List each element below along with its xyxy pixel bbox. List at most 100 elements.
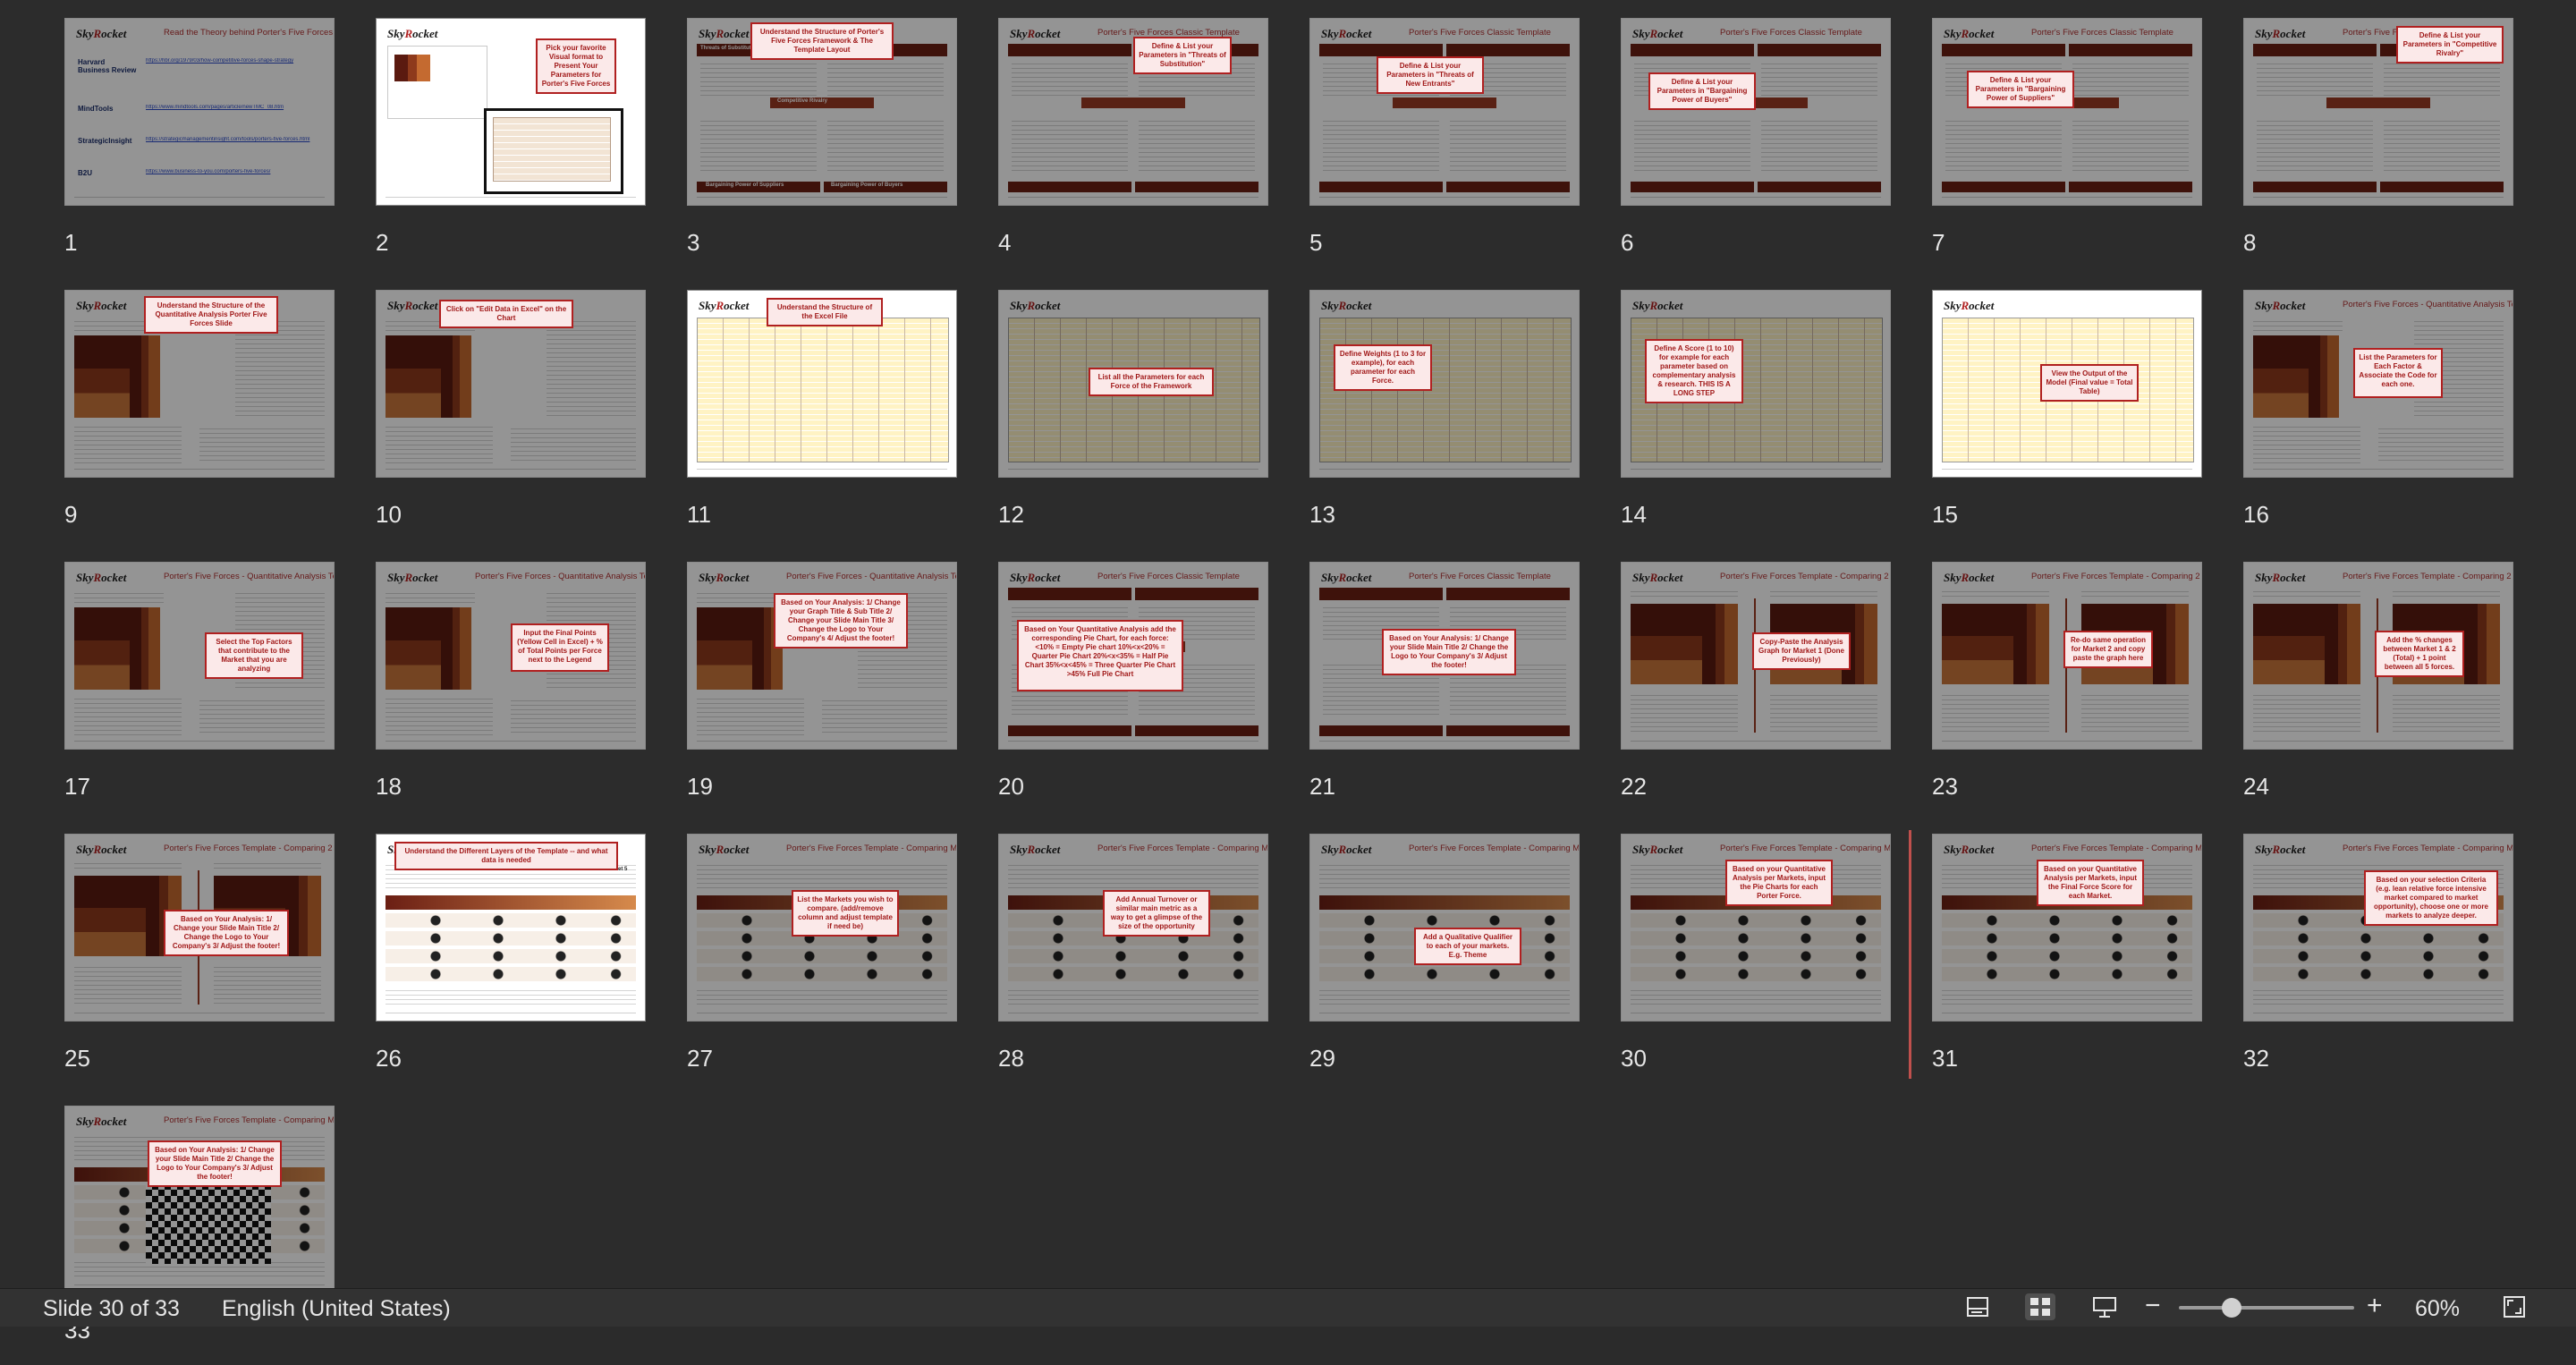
slide-preview[interactable]: SkyRocket Understand the Structure of the… <box>687 290 957 478</box>
slide-preview[interactable]: SkyRocketPorter's Five Forces Classic Te… <box>1309 18 1580 206</box>
slide-footer <box>2253 197 2504 198</box>
slide-thumbnail-7[interactable]: SkyRocket Porter's Five Forces Classic Te… <box>1932 18 2202 277</box>
logo-text: ocket <box>1657 843 1683 856</box>
slide-thumbnail-26[interactable]: SkyRocketMarket 1Market 2Market 3Market … <box>376 834 646 1093</box>
slide-thumbnail-3[interactable]: SkyRocketThreats of SubstitutionThreats … <box>687 18 957 277</box>
slide-thumbnail-15[interactable]: SkyRocket View the Output of the Model (F… <box>1932 290 2202 549</box>
instruction-callout: List the Parameters for Each Factor & As… <box>2353 348 2443 398</box>
slide-thumbnail-2[interactable]: SkyRocket Pick your favorite Visual forma… <box>376 18 646 277</box>
slide-thumbnail-13[interactable]: SkyRocket Define Weights (1 to 3 for exam… <box>1309 290 1580 549</box>
slide-preview[interactable]: SkyRocket Porter's Five Forces Template -… <box>2243 834 2513 1022</box>
slide-graphic <box>1319 725 1443 736</box>
slide-footer <box>2253 469 2504 470</box>
slide-preview[interactable]: SkyRocketPorter's Five Forces Classic Te… <box>1621 18 1891 206</box>
slide-preview[interactable]: SkyRocket Porter's Five Forces Template -… <box>998 834 1268 1022</box>
zoom-slider-thumb[interactable] <box>2221 1298 2241 1318</box>
slide-thumbnail-24[interactable]: SkyRocket Porter's Five Forces Template -… <box>2243 562 2513 821</box>
force-label: Bargaining Power of Suppliers <box>706 182 784 188</box>
slide-sorter-icon[interactable] <box>2025 1293 2055 1320</box>
slide-thumbnail-32[interactable]: SkyRocket Porter's Five Forces Template -… <box>2243 834 2513 1093</box>
slide-preview[interactable]: SkyRocket Porter's Five Forces Template -… <box>2243 562 2513 750</box>
slide-thumbnail-6[interactable]: SkyRocket Porter's Five Forces Classic Te… <box>1621 18 1891 277</box>
slide-preview[interactable]: SkyRocket Porter's Five Forces Template -… <box>1621 834 1891 1022</box>
slide-number: 12 <box>998 501 1024 528</box>
slide-preview[interactable]: SkyRocket Porter's Five Forces Template -… <box>64 1106 335 1293</box>
slide-thumbnail-31[interactable]: SkyRocket Porter's Five Forces Template -… <box>1932 834 2202 1093</box>
slide-thumbnail-14[interactable]: SkyRocket Define A Score (1 to 10) for ex… <box>1621 290 1891 549</box>
slide-thumbnail-4[interactable]: SkyRocket Porter's Five Forces Classic Te… <box>998 18 1268 277</box>
slide-thumbnail-12[interactable]: SkyRocket List all the Parameters for eac… <box>998 290 1268 549</box>
slide-thumbnail-17[interactable]: SkyRocket Porter's Five Forces - Quantita… <box>64 562 335 821</box>
notes-icon[interactable] <box>1962 1293 1993 1320</box>
slideshow-icon[interactable] <box>2089 1293 2120 1320</box>
slide-thumbnail-30[interactable]: SkyRocket Porter's Five Forces Template -… <box>1621 834 1891 1093</box>
slide-preview[interactable]: SkyRocket Pick your favorite Visual forma… <box>376 18 646 206</box>
slide-preview[interactable]: SkyRocket Porter's Five Forces Template -… <box>64 834 335 1022</box>
slide-graphic <box>1631 931 1881 945</box>
slide-preview[interactable]: SkyRocket Porter's Five Forces Template -… <box>687 834 957 1022</box>
fit-to-window-icon[interactable] <box>2499 1293 2529 1320</box>
slide-preview[interactable]: SkyRocket Define A Score (1 to 10) for ex… <box>1621 290 1891 478</box>
slide-preview[interactable]: SkyRocket Define Weights (1 to 3 for exam… <box>1309 290 1580 478</box>
source-link[interactable]: https://www.mindtools.com/pages/article/… <box>146 105 316 110</box>
slide-thumbnail-20[interactable]: SkyRocket Porter's Five Forces Classic Te… <box>998 562 1268 821</box>
slide-thumbnail-8[interactable]: SkyRocketPorter's Five Forces Classic Te… <box>2243 18 2513 277</box>
slide-preview[interactable]: SkyRocketPorter's Five Forces Classic Te… <box>1309 562 1580 750</box>
slide-thumbnail-28[interactable]: SkyRocket Porter's Five Forces Template -… <box>998 834 1268 1093</box>
zoom-out-button[interactable]: − <box>2145 1291 2161 1321</box>
slide-thumbnail-21[interactable]: SkyRocket Porter's Five Forces Classic Te… <box>1309 562 1580 821</box>
slide-preview[interactable]: SkyRocketPorter's Five Forces Classic Te… <box>998 562 1268 750</box>
slide-graphic <box>700 60 817 98</box>
slide-preview[interactable]: SkyRocket Porter's Five Forces Template -… <box>1621 562 1891 750</box>
slide-thumbnail-25[interactable]: SkyRocket Porter's Five Forces Template -… <box>64 834 335 1093</box>
slide-number: 11 <box>687 501 711 528</box>
slide-number: 32 <box>2243 1045 2269 1072</box>
slide-graphic <box>1446 725 1570 736</box>
slide-thumbnail-19[interactable]: SkyRocket Porter's Five Forces - Quantita… <box>687 562 957 821</box>
slide-graphic <box>1139 117 1255 171</box>
slide-preview[interactable]: SkyRocket Porter's Five Forces Template -… <box>1309 834 1580 1022</box>
slide-preview[interactable]: SkyRocket Click on "Edit Data in Excel" o… <box>376 290 646 478</box>
logo-text: ocket <box>101 299 127 312</box>
slide-thumbnail-23[interactable]: SkyRocket Porter's Five Forces Template -… <box>1932 562 2202 821</box>
slide-preview[interactable]: SkyRocket Porter's Five Forces - Quantita… <box>376 562 646 750</box>
slide-preview[interactable]: SkyRocket Read the Theory behind Porter's… <box>64 18 335 206</box>
source-link[interactable]: https://hbr.org/1979/03/how-competitive-… <box>146 58 316 64</box>
slide-preview[interactable]: SkyRocket Porter's Five Forces Template -… <box>1932 834 2202 1022</box>
slide-preview[interactable]: SkyRocket Porter's Five Forces - Quantita… <box>687 562 957 750</box>
slide-thumbnail-27[interactable]: SkyRocket Porter's Five Forces Template -… <box>687 834 957 1093</box>
slide-preview[interactable]: SkyRocketPorter's Five Forces Classic Te… <box>998 18 1268 206</box>
slide-preview[interactable]: SkyRocketPorter's Five Forces Classic Te… <box>1932 18 2202 206</box>
slide-preview[interactable]: SkyRocket View the Output of the Model (F… <box>1932 290 2202 478</box>
slide-preview[interactable]: SkyRocketMarket 1Market 2Market 3Market … <box>376 834 646 1022</box>
slide-graphic <box>2253 423 2360 464</box>
slide-preview[interactable]: SkyRocket Porter's Five Forces Template -… <box>1932 562 2202 750</box>
zoom-level[interactable]: 60% <box>2415 1296 2460 1322</box>
slide-sorter-view[interactable]: SkyRocket Read the Theory behind Porter's… <box>0 0 2576 1344</box>
slide-graphic <box>547 318 636 416</box>
slide-preview[interactable]: SkyRocket Understand the Structure of the… <box>64 290 335 478</box>
slide-preview[interactable]: SkyRocket Porter's Five Forces - Quantita… <box>64 562 335 750</box>
slide-thumbnail-11[interactable]: SkyRocket Understand the Structure of the… <box>687 290 957 549</box>
slide-thumbnail-22[interactable]: SkyRocket Porter's Five Forces Template -… <box>1621 562 1891 821</box>
slide-thumbnail-1[interactable]: SkyRocket Read the Theory behind Porter's… <box>64 18 335 277</box>
slide-preview[interactable]: SkyRocket Porter's Five Forces - Quantita… <box>2243 290 2513 478</box>
skyrocket-logo: SkyRocket <box>699 571 749 585</box>
slide-preview[interactable]: SkyRocketThreats of SubstitutionThreats … <box>687 18 957 206</box>
slide-thumbnail-10[interactable]: SkyRocket Click on "Edit Data in Excel" o… <box>376 290 646 549</box>
logo-text-accent: R <box>1649 27 1658 40</box>
instruction-callout: Pick your favorite Visual format to Pres… <box>536 38 616 94</box>
zoom-slider-track[interactable] <box>2179 1306 2354 1310</box>
source-link[interactable]: https://strategicmanagementinsight.com/t… <box>146 137 316 142</box>
logo-text: Sky <box>1010 27 1028 40</box>
language-indicator[interactable]: English (United States) <box>222 1296 451 1322</box>
slide-thumbnail-18[interactable]: SkyRocket Porter's Five Forces - Quantita… <box>376 562 646 821</box>
slide-thumbnail-5[interactable]: SkyRocket Porter's Five Forces Classic Te… <box>1309 18 1580 277</box>
slide-thumbnail-16[interactable]: SkyRocket Porter's Five Forces - Quantita… <box>2243 290 2513 549</box>
source-link[interactable]: https://www.business-to-you.com/porters-… <box>146 169 316 174</box>
slide-thumbnail-29[interactable]: SkyRocket Porter's Five Forces Template -… <box>1309 834 1580 1093</box>
slide-thumbnail-9[interactable]: SkyRocket Understand the Structure of the… <box>64 290 335 549</box>
zoom-in-button[interactable]: + <box>2367 1291 2383 1321</box>
slide-preview[interactable]: SkyRocket List all the Parameters for eac… <box>998 290 1268 478</box>
slide-preview[interactable]: SkyRocketPorter's Five Forces Classic Te… <box>2243 18 2513 206</box>
